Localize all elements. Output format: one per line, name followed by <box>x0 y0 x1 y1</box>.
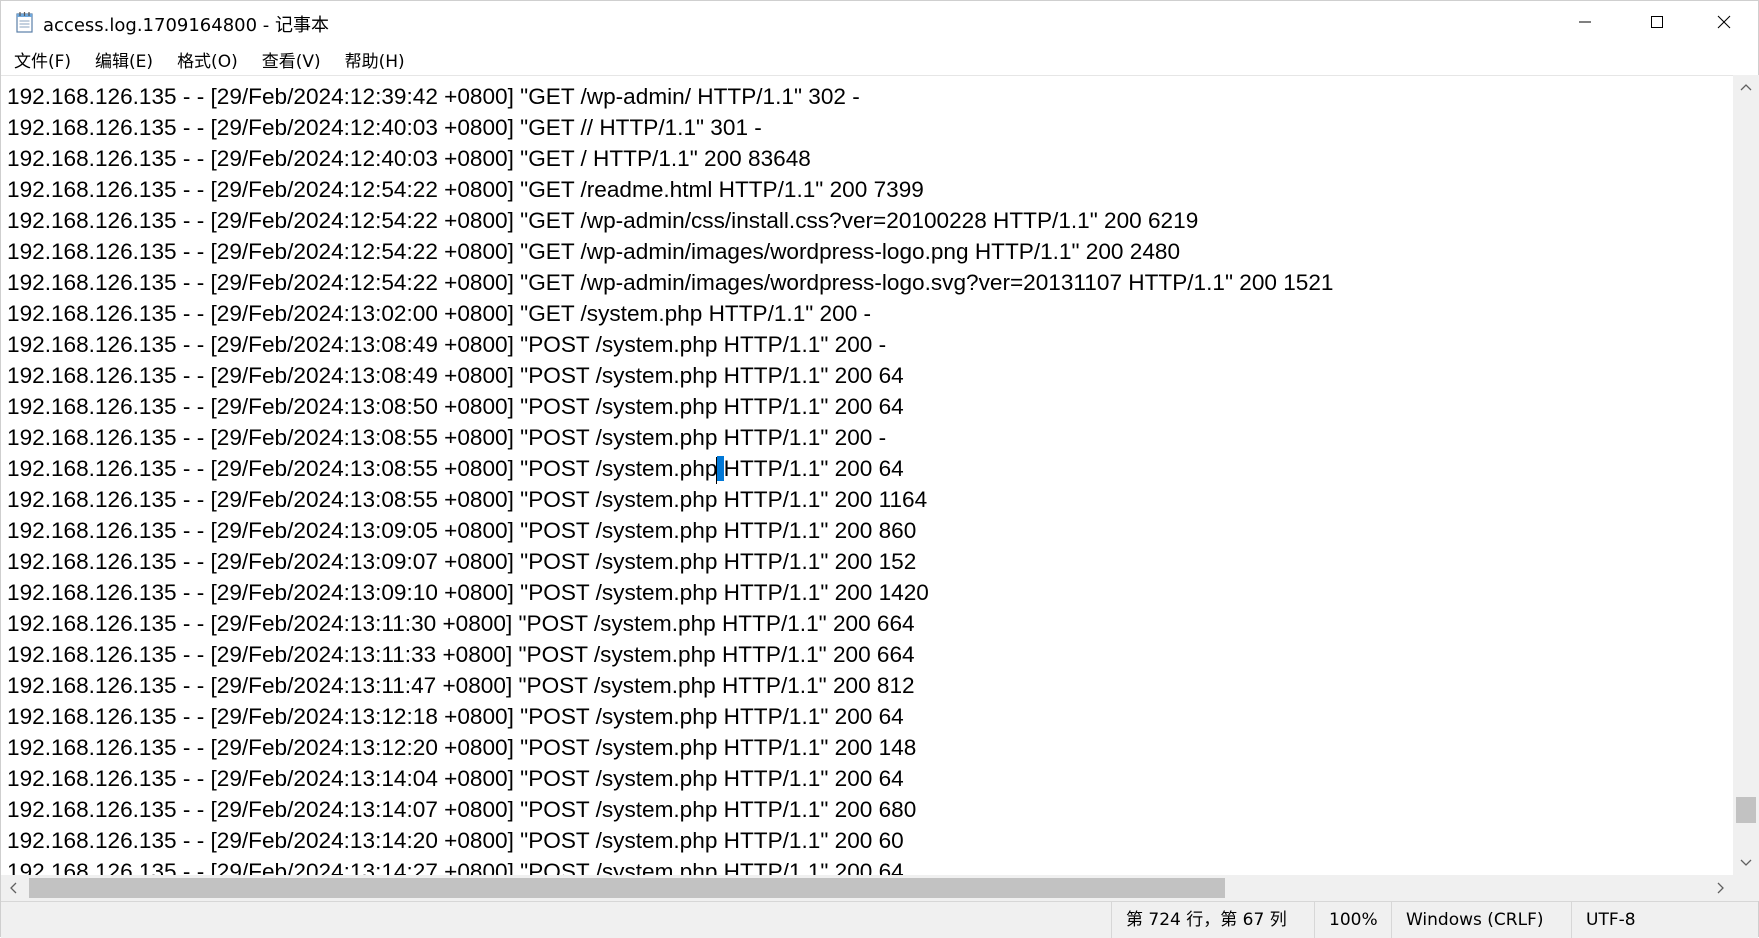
status-line-ending: Windows (CRLF) <box>1391 902 1571 938</box>
text-line: 192.168.126.135 - - [29/Feb/2024:12:54:2… <box>7 270 1334 295</box>
minimize-icon <box>1579 21 1591 23</box>
menu-bar: 文件(F) 编辑(E) 格式(O) 查看(V) 帮助(H) <box>1 43 1758 75</box>
text-line: 192.168.126.135 - - [29/Feb/2024:13:12:2… <box>7 735 917 760</box>
horizontal-scrollbar[interactable] <box>1 875 1733 901</box>
notepad-icon <box>15 11 35 33</box>
status-bar: 第 724 行，第 67 列 100% Windows (CRLF) UTF-8 <box>1 901 1758 938</box>
text-line: 192.168.126.135 - - [29/Feb/2024:13:12:1… <box>7 704 904 729</box>
text-line: 192.168.126.135 - - [29/Feb/2024:12:40:0… <box>7 115 762 140</box>
menu-format[interactable]: 格式(O) <box>168 44 247 75</box>
chevron-up-icon <box>1740 84 1752 91</box>
text-before-selection: 192.168.126.135 - - [29/Feb/2024:13:08:5… <box>7 456 718 481</box>
chevron-left-icon <box>10 882 17 894</box>
scroll-up-button[interactable] <box>1733 75 1759 101</box>
text-editor[interactable]: 192.168.126.135 - - [29/Feb/2024:12:39:4… <box>1 75 1733 876</box>
scroll-right-button[interactable] <box>1707 875 1733 901</box>
maximize-icon <box>1651 16 1663 28</box>
text-line: 192.168.126.135 - - [29/Feb/2024:13:09:0… <box>7 549 917 574</box>
status-zoom-level: 100% <box>1314 902 1391 938</box>
text-line: 192.168.126.135 - - [29/Feb/2024:13:11:4… <box>7 673 915 698</box>
close-icon <box>1717 15 1731 29</box>
text-line: 192.168.126.135 - - [29/Feb/2024:13:14:2… <box>7 828 904 853</box>
text-line: 192.168.126.135 - - [29/Feb/2024:13:09:0… <box>7 518 917 543</box>
status-encoding: UTF-8 <box>1571 902 1759 938</box>
text-line: 192.168.126.135 - - [29/Feb/2024:13:08:5… <box>7 453 904 484</box>
notepad-window: access.log.1709164800 - 记事本 文件(F) 编辑(E) … <box>0 0 1759 938</box>
text-line: 192.168.126.135 - - [29/Feb/2024:13:08:5… <box>7 394 904 419</box>
horizontal-scroll-thumb[interactable] <box>29 878 1225 898</box>
scroll-down-button[interactable] <box>1733 849 1759 875</box>
text-line: 192.168.126.135 - - [29/Feb/2024:13:11:3… <box>7 642 915 667</box>
chevron-right-icon <box>1717 882 1724 894</box>
text-line: 192.168.126.135 - - [29/Feb/2024:13:08:5… <box>7 425 887 450</box>
menu-view[interactable]: 查看(V) <box>253 44 330 75</box>
text-after-selection: HTTP/1.1" 200 64 <box>723 456 904 481</box>
close-button[interactable] <box>1688 1 1759 43</box>
text-line: 192.168.126.135 - - [29/Feb/2024:13:08:4… <box>7 332 887 357</box>
title-bar[interactable]: access.log.1709164800 - 记事本 <box>1 1 1758 43</box>
vertical-scroll-thumb[interactable] <box>1736 797 1756 823</box>
text-line: 192.168.126.135 - - [29/Feb/2024:13:14:0… <box>7 766 904 791</box>
text-line: 192.168.126.135 - - [29/Feb/2024:13:14:0… <box>7 797 917 822</box>
text-line: 192.168.126.135 - - [29/Feb/2024:13:14:2… <box>7 859 904 876</box>
text-line: 192.168.126.135 - - [29/Feb/2024:13:11:3… <box>7 611 915 636</box>
text-line: 192.168.126.135 - - [29/Feb/2024:12:40:0… <box>7 146 811 171</box>
menu-edit[interactable]: 编辑(E) <box>86 44 162 75</box>
chevron-down-icon <box>1740 859 1752 866</box>
maximize-button[interactable] <box>1621 1 1693 43</box>
text-line: 192.168.126.135 - - [29/Feb/2024:13:09:1… <box>7 580 929 605</box>
menu-help[interactable]: 帮助(H) <box>336 44 414 75</box>
minimize-button[interactable] <box>1549 1 1621 43</box>
text-line: 192.168.126.135 - - [29/Feb/2024:13:08:5… <box>7 487 928 512</box>
text-line: 192.168.126.135 - - [29/Feb/2024:12:39:4… <box>7 84 860 109</box>
text-line: 192.168.126.135 - - [29/Feb/2024:13:08:4… <box>7 363 904 388</box>
status-cursor-position: 第 724 行，第 67 列 <box>1111 902 1314 938</box>
vertical-scrollbar[interactable] <box>1733 75 1759 875</box>
text-line: 192.168.126.135 - - [29/Feb/2024:12:54:2… <box>7 177 924 202</box>
scrollbar-corner <box>1733 875 1759 901</box>
window-title: access.log.1709164800 - 记事本 <box>43 15 329 36</box>
text-line: 192.168.126.135 - - [29/Feb/2024:12:54:2… <box>7 239 1181 264</box>
text-line: 192.168.126.135 - - [29/Feb/2024:12:54:2… <box>7 208 1199 233</box>
text-line: 192.168.126.135 - - [29/Feb/2024:13:02:0… <box>7 301 872 326</box>
menu-file[interactable]: 文件(F) <box>5 44 80 75</box>
scroll-left-button[interactable] <box>1 875 27 901</box>
